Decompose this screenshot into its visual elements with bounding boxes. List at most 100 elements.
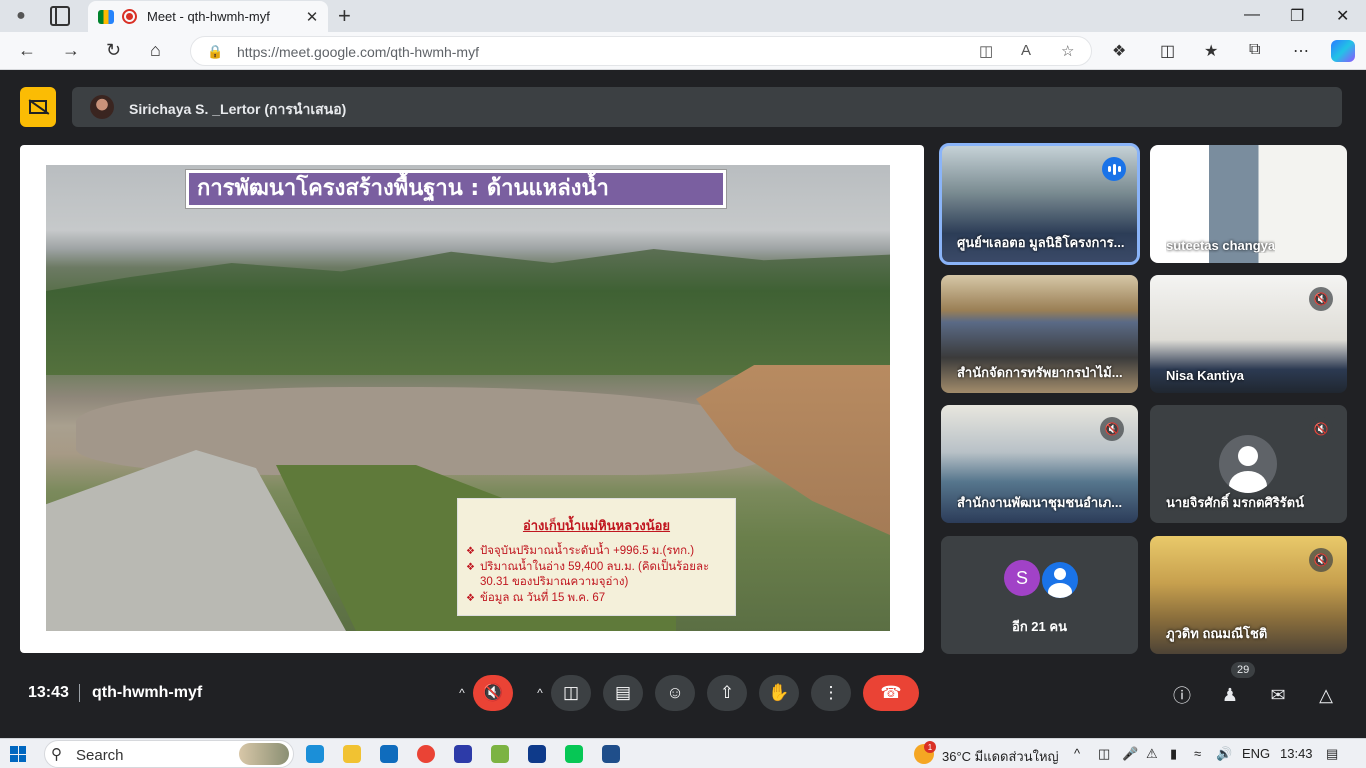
refresh-icon[interactable]: ↻ xyxy=(106,40,121,61)
app-icon[interactable] xyxy=(528,745,546,763)
participant-name: สำนักจัดการทรัพยากรป่าไม้... xyxy=(957,365,1123,380)
participant-tile[interactable]: 🔇 สำนักงานพัฒนาชุมชนอำเภ... xyxy=(941,405,1138,523)
search-label: Search xyxy=(76,747,124,764)
speaking-indicator-icon xyxy=(1102,157,1126,181)
slide-info-box: อ่างเก็บน้ำแม่หินหลวงน้อย ปัจจุบันปริมาณ… xyxy=(457,498,736,616)
start-button[interactable] xyxy=(10,746,26,762)
reactions-button[interactable]: ☺ xyxy=(655,675,695,711)
present-screen-button[interactable]: ⇧ xyxy=(707,675,747,711)
others-count: อีก 21 คน xyxy=(1012,619,1067,634)
recording-icon xyxy=(122,9,137,24)
more-options-icon[interactable]: ⋯ xyxy=(1293,41,1309,61)
read-aloud-icon[interactable]: A xyxy=(1021,42,1031,59)
microphone-tray-icon[interactable]: 🎤 xyxy=(1122,746,1138,762)
slide-title: การพัฒนาโครงสร้างพื้นฐาน : ด้านแหล่งน้ำ xyxy=(186,170,726,208)
others-tile[interactable]: S อีก 21 คน xyxy=(941,536,1138,654)
copilot-icon[interactable] xyxy=(1331,40,1355,62)
system-clock[interactable]: 13:43 xyxy=(1280,746,1313,761)
input-language[interactable]: ENG xyxy=(1242,746,1270,761)
new-tab-icon[interactable]: + xyxy=(338,3,351,29)
mic-off-icon: 🔇 xyxy=(1309,548,1333,572)
mic-off-icon: 🔇 xyxy=(1309,287,1333,311)
info-bullet: ข้อมูล ณ วันที่ 15 พ.ค. 67 xyxy=(466,591,735,606)
edge-app-icon[interactable] xyxy=(306,745,324,763)
volume-icon[interactable]: 🔊 xyxy=(1216,746,1232,762)
address-bar[interactable]: 🔒 https://meet.google.com/qth-hwmh-myf ◫… xyxy=(190,36,1092,66)
participant-name: ศูนย์ฯเลอตอ มูลนิธิโครงการ... xyxy=(957,235,1125,250)
favorite-star-icon[interactable]: ☆ xyxy=(1061,42,1074,60)
search-highlight-image xyxy=(239,743,289,765)
participant-tile[interactable]: สำนักจัดการทรัพยากรป่าไม้... xyxy=(941,275,1138,393)
notifications-icon[interactable]: ▤ xyxy=(1326,746,1338,762)
activities-icon[interactable]: △ xyxy=(1312,681,1340,709)
people-icon[interactable]: ♟ xyxy=(1216,681,1244,709)
mic-toggle-button[interactable]: 🔇 xyxy=(473,675,513,711)
network-warning-icon[interactable]: ⚠ xyxy=(1146,746,1158,762)
app-icon[interactable] xyxy=(491,745,509,763)
forward-icon[interactable]: → xyxy=(62,40,80,61)
mail-icon[interactable] xyxy=(380,745,398,763)
profile-icon[interactable]: ● xyxy=(8,4,34,28)
camera-tray-icon[interactable]: ◫ xyxy=(1098,746,1110,762)
people-count-badge: 29 xyxy=(1231,662,1256,678)
presenter-bar: Sirichaya S. _Lertor (การนำเสนอ) xyxy=(72,87,1342,127)
minimize-icon[interactable]: — xyxy=(1244,6,1260,24)
participant-tile[interactable]: suteetas changya xyxy=(1150,145,1347,263)
participant-name: ภูวดิท ถณมณีโชติ xyxy=(1166,626,1268,641)
maximize-icon[interactable]: ❐ xyxy=(1290,6,1304,26)
participant-name: สำนักงานพัฒนาชุมชนอำเภ... xyxy=(957,495,1123,510)
participant-tile[interactable]: 🔇 ภูวดิท ถณมณีโชติ xyxy=(1150,536,1347,654)
participant-name: นายจิรศักดิ์ มรกตศิริรัตน์ xyxy=(1166,495,1304,510)
tab-title: Meet - qth-hwmh-myf xyxy=(147,9,270,24)
leave-call-button[interactable]: ☎ xyxy=(863,675,919,711)
close-icon[interactable]: ✕ xyxy=(1336,6,1349,26)
home-icon[interactable]: ⌂ xyxy=(150,40,161,61)
taskbar-search[interactable]: ⚲ Search xyxy=(44,740,294,768)
weather-badge: 1 xyxy=(924,741,936,753)
meeting-time: 13:43 xyxy=(28,684,69,701)
collections-icon[interactable]: ⧉ xyxy=(1249,41,1260,59)
battery-icon[interactable]: ▮ xyxy=(1170,746,1177,762)
raise-hand-button[interactable]: ✋ xyxy=(759,675,799,711)
browser-tab[interactable]: Meet - qth-hwmh-myf ✕ xyxy=(88,1,328,32)
wifi-icon[interactable]: ≈ xyxy=(1194,746,1201,761)
lock-icon[interactable]: 🔒 xyxy=(207,44,223,60)
split-screen-icon[interactable]: ◫ xyxy=(1160,41,1175,61)
app-icon[interactable] xyxy=(602,745,620,763)
close-tab-icon[interactable]: ✕ xyxy=(302,8,322,26)
file-explorer-icon[interactable] xyxy=(343,745,361,763)
presenter-name: Sirichaya S. _Lertor (การนำเสนอ) xyxy=(129,101,347,117)
meeting-code: qth-hwmh-myf xyxy=(92,684,203,701)
favorites-icon[interactable]: ★ xyxy=(1204,41,1218,61)
line-icon[interactable] xyxy=(565,745,583,763)
meeting-info-icon[interactable]: ⓘ xyxy=(1168,681,1196,709)
show-hidden-icons-icon[interactable]: ^ xyxy=(1074,746,1080,761)
address-toolbar: ← → ↻ ⌂ 🔒 https://meet.google.com/qth-hw… xyxy=(0,32,1366,70)
participant-tile[interactable]: 🔇 Nisa Kantiya xyxy=(1150,275,1347,393)
camera-in-use-icon[interactable]: ◫ xyxy=(979,42,993,60)
back-icon[interactable]: ← xyxy=(18,40,36,61)
presenter-avatar xyxy=(90,95,114,119)
windows-taskbar: ⚲ Search 1 36°C มีแดดส่วนใหญ่ ^ ◫ 🎤 ⚠ ▮ … xyxy=(0,738,1366,768)
chrome-icon[interactable] xyxy=(417,745,435,763)
search-icon: ⚲ xyxy=(51,746,62,763)
presentation-icon[interactable] xyxy=(20,87,56,127)
mic-off-icon: 🔇 xyxy=(1309,417,1333,441)
chat-icon[interactable]: ✉ xyxy=(1264,681,1292,709)
shared-slide: การพัฒนาโครงสร้างพื้นฐาน : ด้านแหล่งน้ำ … xyxy=(20,145,924,653)
participant-name: Nisa Kantiya xyxy=(1166,368,1245,383)
zoom-icon[interactable] xyxy=(454,745,472,763)
default-avatar-icon xyxy=(1219,435,1277,493)
divider xyxy=(79,684,80,702)
captions-button[interactable]: ▤ xyxy=(603,675,643,711)
tab-actions-icon[interactable] xyxy=(50,6,70,26)
mic-off-icon: 🔇 xyxy=(1100,417,1124,441)
participant-tile[interactable]: 🔇 นายจิรศักดิ์ มรกตศิริรัตน์ xyxy=(1150,405,1347,523)
extensions-icon[interactable]: ❖ xyxy=(1112,41,1126,61)
weather-text[interactable]: 36°C มีแดดส่วนใหญ่ xyxy=(942,746,1059,767)
camera-toggle-button[interactable]: ◫ xyxy=(551,675,591,711)
meet-favicon-icon xyxy=(98,9,114,24)
url-text[interactable]: https://meet.google.com/qth-hwmh-myf xyxy=(237,44,479,60)
participant-tile[interactable]: ศูนย์ฯเลอตอ มูลนิธิโครงการ... xyxy=(939,143,1140,265)
more-options-button[interactable]: ⋮ xyxy=(811,675,851,711)
